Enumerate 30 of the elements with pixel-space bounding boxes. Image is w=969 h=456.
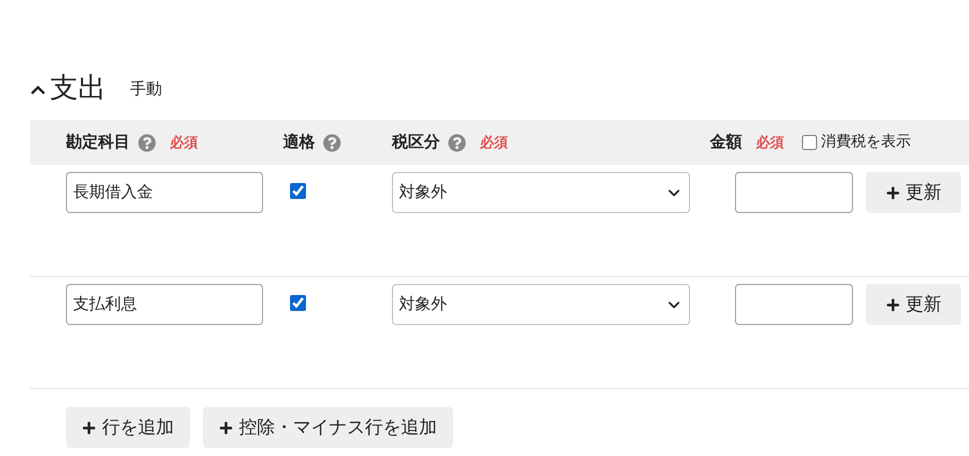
update-button[interactable]: 更新 [866,172,961,213]
qualified-checkbox[interactable] [290,183,306,199]
tax-display-checkbox[interactable] [802,135,817,150]
column-header: 税区分 [392,132,440,152]
add-row-button[interactable]: 行を追加 [66,407,190,448]
update-button[interactable]: 更新 [866,284,961,325]
help-icon[interactable] [323,134,341,152]
required-label: 必須 [170,133,198,152]
qualified-checkbox[interactable] [290,295,306,311]
checkbox-label: 消費税を表示 [821,132,911,152]
mode-label: 手動 [130,80,162,100]
help-icon[interactable] [448,134,466,152]
amount-field[interactable] [735,172,853,213]
section-title: 支出 [50,71,106,105]
tax-category-select[interactable]: 対象外 [392,284,690,325]
account-field[interactable]: 支払利息 [66,284,263,325]
amount-field[interactable] [735,284,853,325]
column-header: 金額 [710,132,742,152]
account-field[interactable]: 長期借入金 [66,172,263,213]
add-row-button[interactable]: 控除・マイナス行を追加 [203,407,453,448]
column-header: 適格 [283,132,315,152]
help-icon[interactable] [138,134,156,152]
tax-category-select[interactable]: 対象外 [392,172,690,213]
required-label: 必須 [756,133,784,152]
plus-icon [886,298,900,312]
plus-icon [82,420,96,434]
plus-icon [219,420,233,434]
plus-icon [886,186,900,200]
required-label: 必須 [480,133,508,152]
column-header: 勘定科目 [66,132,130,152]
